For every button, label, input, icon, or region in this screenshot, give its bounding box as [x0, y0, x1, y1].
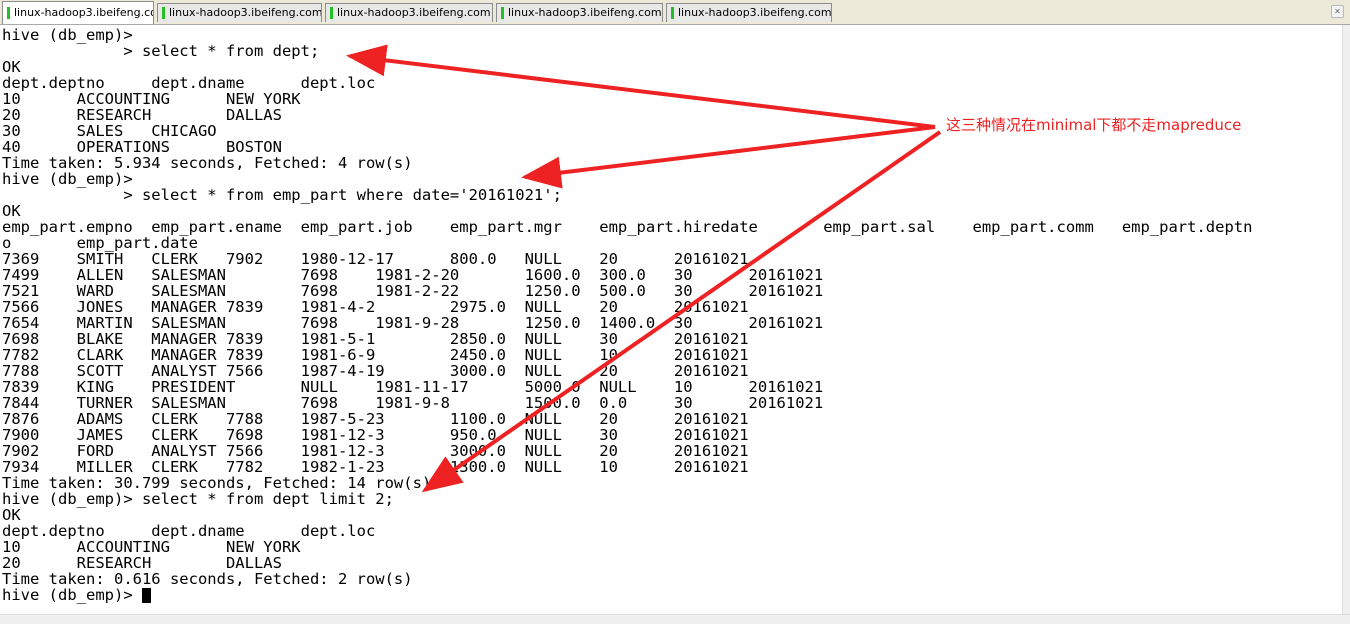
arrow-to-first-query [346, 44, 936, 129]
arrow-to-second-query [521, 125, 936, 189]
arrow-to-third-query [421, 130, 942, 493]
annotation-label: 这三种情况在minimal下都不走mapreduce [946, 116, 1242, 134]
annotation-arrows [346, 44, 942, 493]
